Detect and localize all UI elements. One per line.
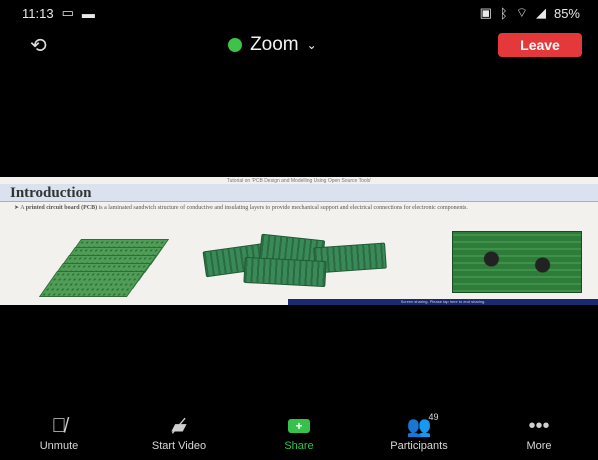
- status-bar: 11:13 ▭ ▬ ▣ ᛒ ⌔ ◢ 85%: [0, 0, 598, 26]
- meeting-header: ⟲ Zoom ⌄ Leave: [0, 28, 598, 62]
- battery-saver-icon: ▬: [81, 5, 95, 21]
- leave-button[interactable]: Leave: [498, 33, 582, 57]
- pcb-images: [0, 225, 598, 305]
- status-time: 11:13: [22, 5, 54, 21]
- more-dots-icon: •••: [528, 414, 550, 437]
- participants-button[interactable]: 👥 49 Participants: [364, 412, 474, 458]
- more-button[interactable]: ••• More: [484, 414, 594, 458]
- shared-screen[interactable]: Tutorial on 'PCB Design and Modelling Us…: [0, 177, 598, 305]
- status-left: 11:13 ▭ ▬: [22, 5, 95, 21]
- unmute-label: Unmute: [39, 440, 79, 452]
- start-video-button[interactable]: ▰̸ Start Video: [124, 414, 234, 458]
- sim-icon: ▣: [479, 5, 492, 20]
- start-video-label: Start Video: [151, 440, 207, 452]
- meeting-toolbar: 🎙̸ Unmute ▰̸ Start Video + Share 👥 49 Pa…: [0, 412, 598, 460]
- assembled-pcb-image: [452, 231, 582, 293]
- message-icon: ▭: [61, 5, 74, 20]
- share-icon-wrap: +: [288, 414, 310, 438]
- more-label: More: [526, 440, 552, 452]
- share-icon: +: [288, 419, 310, 433]
- encryption-shield-icon: [228, 38, 243, 52]
- meeting-title: Zoom: [250, 34, 299, 55]
- share-button[interactable]: + Share: [244, 414, 354, 458]
- participants-label: Participants: [390, 440, 448, 452]
- participants-icon: 👥 49: [407, 412, 439, 438]
- pcb-sheet: [38, 271, 146, 297]
- bullet-prefix: A: [20, 205, 25, 211]
- presenter-strip[interactable]: Screen sharing. Please tap here to end s…: [288, 299, 598, 305]
- battery-level: 85%: [553, 5, 580, 21]
- video-off-icon: ▰̸: [171, 415, 187, 438]
- bluetooth-icon: ᛒ: [499, 5, 508, 21]
- unmute-button[interactable]: 🎙̸ Unmute: [4, 414, 114, 458]
- wifi-icon: ⌔: [515, 5, 528, 20]
- microphone-muted-icon: 🎙̸: [51, 414, 67, 437]
- share-label: Share: [284, 440, 314, 452]
- bullet-text: is a laminated sandwich structure of con…: [98, 205, 468, 211]
- signal-icon: ◢: [535, 5, 546, 20]
- slide-bullet: ➤ A printed circuit board (PCB) is a lam…: [14, 204, 574, 212]
- status-right: ▣ ᛒ ⌔ ◢ 85%: [480, 5, 580, 21]
- pcb-board: [243, 256, 327, 288]
- participants-count: 49: [428, 412, 439, 422]
- slide-heading: Introduction: [0, 184, 598, 202]
- switch-camera-icon[interactable]: ⟲: [30, 33, 47, 58]
- meeting-title-dropdown[interactable]: Zoom ⌄: [228, 34, 317, 56]
- chevron-down-icon: ⌄: [306, 38, 317, 52]
- bullet-term: printed circuit board (PCB): [25, 205, 98, 211]
